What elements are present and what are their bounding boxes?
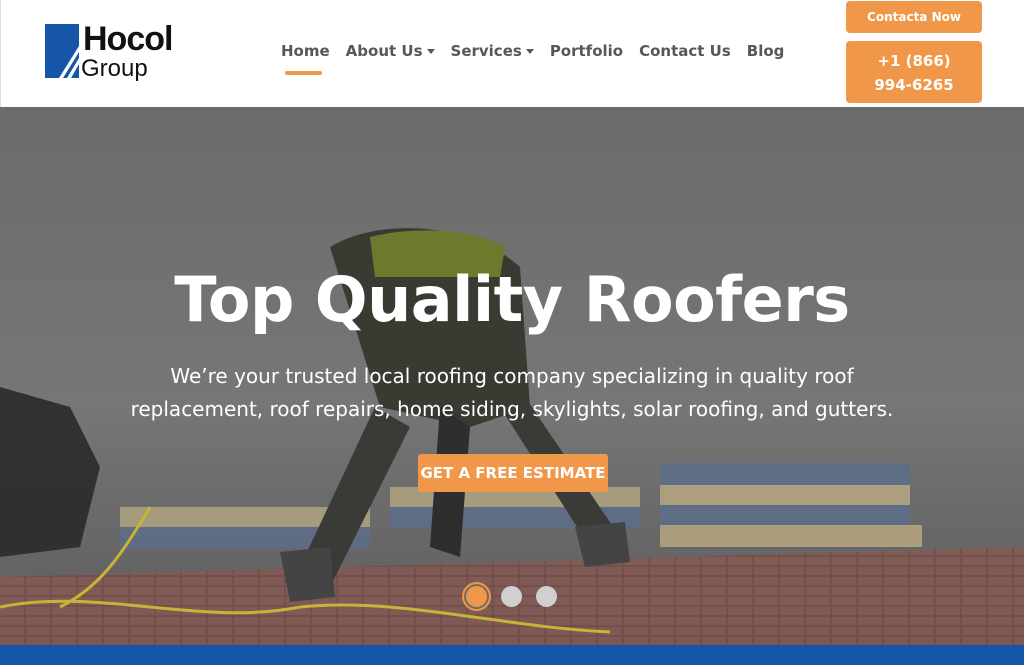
logo-icon xyxy=(45,22,79,80)
slider-indicators xyxy=(466,586,557,607)
nav-services[interactable]: Services xyxy=(451,42,534,60)
hero-slider: Top Quality Roofers We’re your trusted l… xyxy=(0,107,1024,645)
nav-about-us-label: About Us xyxy=(345,42,423,60)
chevron-down-icon xyxy=(426,48,435,54)
logo-line-1: Hocol xyxy=(83,20,173,58)
site-header: Hocol Group Home About Us Services Portf… xyxy=(0,0,1024,107)
nav-blog-label: Blog xyxy=(746,42,785,60)
nav-home-label: Home xyxy=(281,42,330,60)
nav-home[interactable]: Home xyxy=(281,42,330,75)
phone-button[interactable]: +1 (866) 994-6265 xyxy=(846,41,982,103)
contact-now-button[interactable]: Contacta Now xyxy=(846,1,982,33)
slide-dot-2[interactable] xyxy=(501,586,522,607)
free-estimate-button[interactable]: GET A FREE ESTIMATE xyxy=(418,454,608,492)
hero-title: Top Quality Roofers xyxy=(174,263,850,336)
nav-about-us[interactable]: About Us xyxy=(346,42,435,60)
logo-wordmark: Hocol Group xyxy=(81,20,173,82)
section-divider-bar xyxy=(0,645,1024,665)
nav-portfolio-label: Portfolio xyxy=(549,42,624,60)
main-nav: Home About Us Services Portfolio Contact… xyxy=(281,40,800,75)
nav-portfolio[interactable]: Portfolio xyxy=(550,42,623,60)
logo-line-2: Group xyxy=(81,55,148,82)
nav-services-label: Services xyxy=(450,42,522,60)
chevron-down-icon xyxy=(525,48,534,54)
nav-blog[interactable]: Blog xyxy=(747,42,785,60)
slide-dot-1[interactable] xyxy=(466,586,487,607)
nav-contact-us-label: Contact Us xyxy=(639,42,731,60)
slide-dot-3[interactable] xyxy=(536,586,557,607)
nav-contact-us[interactable]: Contact Us xyxy=(639,42,731,60)
brand-logo[interactable]: Hocol Group xyxy=(45,22,185,84)
hero-subtitle: We’re your trusted local roofing company… xyxy=(130,364,894,421)
